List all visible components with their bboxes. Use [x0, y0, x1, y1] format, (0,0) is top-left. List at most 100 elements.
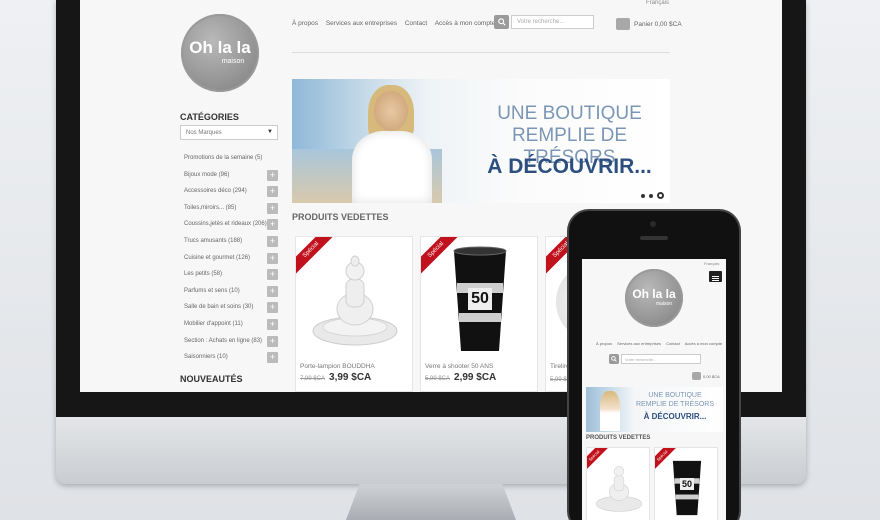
banner-photo-face [374, 91, 408, 131]
phone-shot-glass-number: 50 [680, 478, 694, 490]
phone-cart-label: 0,00 $CA [703, 373, 720, 379]
category-item[interactable]: Saisonniers (10) + [184, 349, 278, 366]
category-item[interactable]: Section : Achats en ligne (83) + [184, 333, 278, 350]
nav-about[interactable]: À propos [292, 20, 318, 27]
phone-search-bar: Votre recherche... [609, 354, 701, 364]
category-label: Accessoires déco (294) [184, 188, 247, 195]
search-icon [497, 18, 506, 26]
search-bar: Votre recherche... [494, 15, 594, 29]
phone-cart-link[interactable]: 0,00 $CA [692, 372, 720, 380]
header-divider [292, 52, 670, 53]
expand-plus-icon[interactable]: + [267, 202, 278, 214]
category-label: Toiles,miroirs... (85) [184, 204, 237, 211]
slider-dot[interactable] [649, 193, 653, 198]
caret-down-icon: ▼ [267, 129, 273, 135]
expand-plus-icon[interactable]: + [267, 269, 278, 281]
category-item[interactable]: Mobilier d'appoint (11) + [184, 316, 278, 333]
nav-contact[interactable]: Contact [405, 20, 427, 27]
expand-plus-icon[interactable]: + [267, 302, 278, 314]
search-icon [611, 356, 617, 362]
phone-nav-contact[interactable]: Contact [666, 341, 680, 346]
phone-site-logo[interactable]: Oh la la maison [625, 269, 683, 327]
slider-dots [641, 192, 664, 199]
shot-glass-number: 50 [468, 288, 492, 310]
expand-plus-icon[interactable]: + [267, 352, 278, 364]
category-label: Trucs amusants (188) [184, 237, 243, 244]
expand-plus-icon[interactable]: + [267, 235, 278, 247]
slider-dot-active[interactable] [657, 192, 664, 199]
expand-plus-icon[interactable]: + [267, 318, 278, 330]
phone-hero-banner[interactable]: UNE BOUTIQUE REMPLIE DE TRÉSORS À DÉCOUV… [586, 387, 723, 432]
top-navigation: À propos Services aux entreprises Contac… [292, 20, 501, 27]
expand-plus-icon[interactable]: + [267, 186, 278, 198]
phone-speaker [640, 236, 668, 240]
slider-dot[interactable] [641, 193, 645, 198]
site-logo[interactable]: Oh la la maison [181, 14, 259, 92]
phone-featured-title: PRODUITS VEDETTES [586, 435, 651, 441]
category-item[interactable]: Bijoux mode (96) + [184, 167, 278, 184]
brands-select[interactable]: Nos Marques ▼ [180, 125, 278, 140]
phone-top-navigation: À propos Services aux entreprises Contac… [596, 341, 726, 346]
category-label: Salle de bain et soins (30) [184, 304, 254, 311]
banner-photo-body [352, 131, 432, 203]
expand-plus-icon[interactable]: + [267, 169, 278, 181]
cart-icon [692, 372, 701, 380]
category-item[interactable]: Salle de bain et soins (30) + [184, 299, 278, 316]
phone-language-selector[interactable]: Français [704, 261, 719, 266]
phone-logo-subtext: maison [655, 301, 673, 307]
nav-business[interactable]: Services aux entreprises [326, 20, 397, 27]
phone-nav-business[interactable]: Services aux entreprises [617, 341, 661, 346]
category-item[interactable]: Promotions de la semaine (5) [184, 150, 278, 167]
nav-account[interactable]: Accès à mon compte [435, 20, 496, 27]
category-list: Promotions de la semaine (5) Bijoux mode… [184, 150, 278, 366]
phone-banner-line-3: À DÉCOUVRIR... [643, 412, 707, 421]
hero-banner[interactable]: UNE BOUTIQUE REMPLIE DE TRÉSORS À DÉCOUV… [292, 79, 670, 203]
smartphone: Français Oh la la maison À propos Servic… [569, 211, 739, 520]
buddha-product-image [312, 255, 398, 346]
cart-icon [616, 18, 630, 30]
phone-camera [650, 221, 656, 227]
phone-search-input[interactable]: Votre recherche... [621, 354, 701, 364]
category-item[interactable]: Parfums et sens (10) + [184, 283, 278, 300]
expand-plus-icon[interactable]: + [267, 252, 278, 264]
new-arrivals-title: NOUVEAUTÉS [180, 374, 243, 384]
product-price: 5,99 $CA 2,99 $CA [425, 372, 497, 383]
product-name[interactable]: Verre à shooter 50 ANS [425, 363, 493, 370]
phone-screen: Français Oh la la maison À propos Servic… [582, 259, 726, 520]
product-card[interactable]: Spécial Porte-lampion BOUDDHA 7,99 $CA 3,… [295, 236, 413, 392]
category-item[interactable]: Accessoires déco (294) + [184, 183, 278, 200]
brands-select-value: Nos Marques [186, 130, 222, 136]
cart-label: Panier 0,00 $CA [634, 20, 682, 28]
phone-product-card[interactable]: Spécial 50 [654, 447, 718, 520]
category-label: Les petits (58) [184, 271, 223, 278]
cart-link[interactable]: Panier 0,00 $CA [616, 18, 682, 30]
phone-product-card[interactable]: Spécial [586, 447, 650, 520]
product-name[interactable]: Tirelire [550, 363, 570, 370]
expand-plus-icon[interactable]: + [267, 335, 278, 347]
phone-banner-photo [600, 391, 620, 431]
language-selector[interactable]: Français [646, 0, 669, 6]
product-price: 7,99 $CA 3,99 $CA [300, 372, 372, 383]
expand-plus-icon[interactable]: + [267, 219, 278, 231]
expand-plus-icon[interactable]: + [267, 285, 278, 297]
category-item[interactable]: Les petits (58) + [184, 266, 278, 283]
phone-nav-about[interactable]: À propos [596, 341, 612, 346]
phone-banner-line-2: REMPLIE DE TRÉSORS [635, 401, 715, 408]
menu-icon[interactable] [709, 271, 722, 282]
category-item[interactable]: Trucs amusants (188) + [184, 233, 278, 250]
featured-products-title: PRODUITS VEDETTES [292, 212, 389, 222]
banner-line-3: À DÉCOUVRIR... [487, 155, 652, 178]
category-label: Coussins,jetés et rideaux (206) [184, 221, 267, 228]
category-label: Saisonniers (10) [184, 354, 228, 361]
category-item[interactable]: Cuisine et gourmet (126) + [184, 250, 278, 267]
phone-search-button[interactable] [609, 354, 619, 364]
category-item[interactable]: Toiles,miroirs... (85) + [184, 200, 278, 217]
category-item[interactable]: Coussins,jetés et rideaux (206) + [184, 216, 278, 233]
phone-logo-text: Oh la la [632, 287, 676, 301]
search-input[interactable]: Votre recherche... [511, 15, 594, 29]
search-button[interactable] [494, 15, 509, 29]
product-card[interactable]: Spécial 50 Verre à shooter 50 ANS 5,99 $… [420, 236, 538, 392]
phone-nav-account[interactable]: Accès à mon compte [685, 341, 722, 346]
monitor-stand [346, 484, 516, 520]
product-name[interactable]: Porte-lampion BOUDDHA [300, 363, 375, 370]
